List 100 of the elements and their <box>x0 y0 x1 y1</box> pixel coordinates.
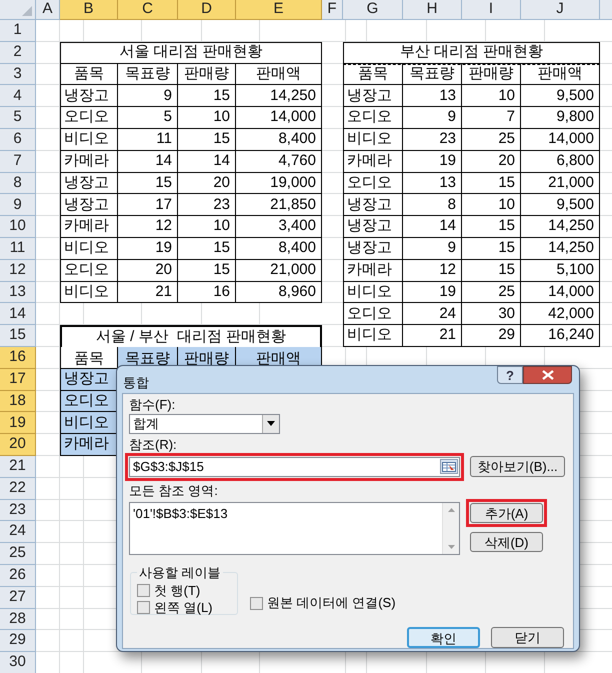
row-header[interactable]: 21 <box>0 456 36 478</box>
row-header[interactable]: 4 <box>0 85 36 108</box>
table-cell: 카메라 <box>60 216 118 238</box>
column-header[interactable]: C <box>118 0 178 20</box>
checkbox[interactable] <box>250 596 263 610</box>
row-header[interactable]: 12 <box>0 260 36 282</box>
row-header[interactable]: 16 <box>0 346 36 369</box>
add-button[interactable]: 추가(A) <box>470 502 543 522</box>
table-cell: 15 <box>178 85 236 108</box>
field-label: 함수(F): <box>129 396 176 412</box>
collapse-dialog-button[interactable] <box>440 459 458 474</box>
table-cell: 15 <box>178 238 236 260</box>
column-header[interactable]: I <box>462 0 521 20</box>
table-cell: 냉장고 <box>343 85 403 108</box>
table-cell: 29 <box>462 325 521 347</box>
close-dialog-button[interactable]: 닫기 <box>491 626 564 648</box>
table-cell: 비디오 <box>343 128 403 151</box>
column-header[interactable]: F <box>322 0 343 20</box>
column-header[interactable]: H <box>403 0 462 20</box>
column-header[interactable]: G <box>343 0 403 20</box>
browse-button[interactable]: 찾아보기(B)... <box>470 456 565 477</box>
table-cell: 8,960 <box>236 282 322 304</box>
table-cell: 25 <box>462 128 521 151</box>
table-cell: 카메라 <box>343 260 403 282</box>
table-cell: 비디오 <box>60 412 118 434</box>
table-title: 부산 대리점 판매현황 <box>343 42 600 64</box>
row-header[interactable]: 27 <box>0 586 36 609</box>
reference-field[interactable]: $G$3:$J$15 <box>129 456 460 476</box>
table-cell: 13 <box>403 85 462 108</box>
table-cell: 30 <box>462 303 521 326</box>
row-header[interactable]: 7 <box>0 150 36 173</box>
column-header[interactable] <box>600 0 612 20</box>
close-button[interactable] <box>523 366 572 384</box>
scroll-up-icon <box>448 508 454 512</box>
column-header[interactable]: D <box>178 0 236 20</box>
table-cell: 비디오 <box>343 325 403 347</box>
row-header[interactable]: 28 <box>0 608 36 630</box>
column-heading: 판매량 <box>462 64 521 86</box>
table-cell: 14,250 <box>521 216 600 238</box>
table-cell: 8,400 <box>236 128 322 151</box>
row-header[interactable]: 3 <box>0 64 36 86</box>
row-header[interactable]: 6 <box>0 128 36 151</box>
table-cell: 비디오 <box>60 238 118 260</box>
table-cell: 15 <box>178 128 236 151</box>
table-cell: 4,760 <box>236 150 322 173</box>
row-header[interactable]: 23 <box>0 500 36 522</box>
column-header[interactable]: J <box>521 0 600 20</box>
dropdown-button[interactable] <box>262 414 279 432</box>
column-header[interactable]: A <box>36 0 60 20</box>
row-header[interactable]: 11 <box>0 238 36 260</box>
column-header[interactable]: E <box>236 0 322 20</box>
row-header[interactable]: 10 <box>0 216 36 238</box>
table-cell: 냉장고 <box>60 85 118 108</box>
row-header[interactable]: 9 <box>0 194 36 216</box>
row-header[interactable]: 30 <box>0 652 36 673</box>
row-header[interactable]: 13 <box>0 282 36 304</box>
checkbox[interactable] <box>137 601 150 614</box>
row-header[interactable]: 8 <box>0 172 36 194</box>
row-header[interactable]: 22 <box>0 478 36 500</box>
ok-button[interactable]: 확인 <box>407 626 480 648</box>
column-heading: 판매액 <box>236 64 322 86</box>
row-header[interactable]: 18 <box>0 390 36 412</box>
help-button[interactable]: ? <box>497 366 523 384</box>
row-header[interactable]: 1 <box>0 20 36 42</box>
row-header[interactable]: 14 <box>0 303 36 326</box>
column-heading: 품목 <box>60 346 118 369</box>
column-heading: 품목 <box>60 64 118 86</box>
column-header[interactable]: B <box>60 0 118 20</box>
select-all-button[interactable] <box>0 0 36 20</box>
row-header[interactable]: 19 <box>0 412 36 434</box>
table-cell: 10 <box>462 194 521 216</box>
table-cell: 20 <box>462 150 521 173</box>
table-cell: 오디오 <box>60 107 118 129</box>
row-header[interactable]: 2 <box>0 42 36 64</box>
row-header[interactable]: 5 <box>0 107 36 129</box>
table-cell: 9,500 <box>521 85 600 108</box>
table-cell: 비디오 <box>60 128 118 151</box>
row-header[interactable]: 15 <box>0 325 36 347</box>
list-item[interactable]: '01'!$B$3:$E$13 <box>133 504 228 523</box>
column-heading: 목표량 <box>403 64 462 86</box>
scrollbar[interactable] <box>442 502 459 554</box>
checkbox[interactable] <box>137 584 150 597</box>
row-header[interactable]: 17 <box>0 368 36 391</box>
table-cell: 오디오 <box>60 260 118 282</box>
row-header[interactable]: 24 <box>0 521 36 544</box>
row-header[interactable]: 29 <box>0 630 36 652</box>
reference-value: $G$3:$J$15 <box>133 458 205 476</box>
row-header[interactable]: 26 <box>0 564 36 587</box>
table-cell: 냉장고 <box>343 194 403 216</box>
row-header[interactable]: 20 <box>0 434 36 456</box>
table-cell: 17 <box>118 194 178 216</box>
row-header[interactable]: 25 <box>0 543 36 565</box>
corner-triangle-icon <box>22 6 32 16</box>
table-cell: 19 <box>118 238 178 260</box>
table-cell: 14,000 <box>521 128 600 151</box>
delete-button[interactable]: 삭제(D) <box>470 532 543 552</box>
table-cell: 19,000 <box>236 172 322 194</box>
table-cell: 14 <box>403 216 462 238</box>
function-dropdown[interactable]: 합계 <box>129 414 280 434</box>
references-list[interactable]: '01'!$B$3:$E$13 <box>129 502 460 554</box>
